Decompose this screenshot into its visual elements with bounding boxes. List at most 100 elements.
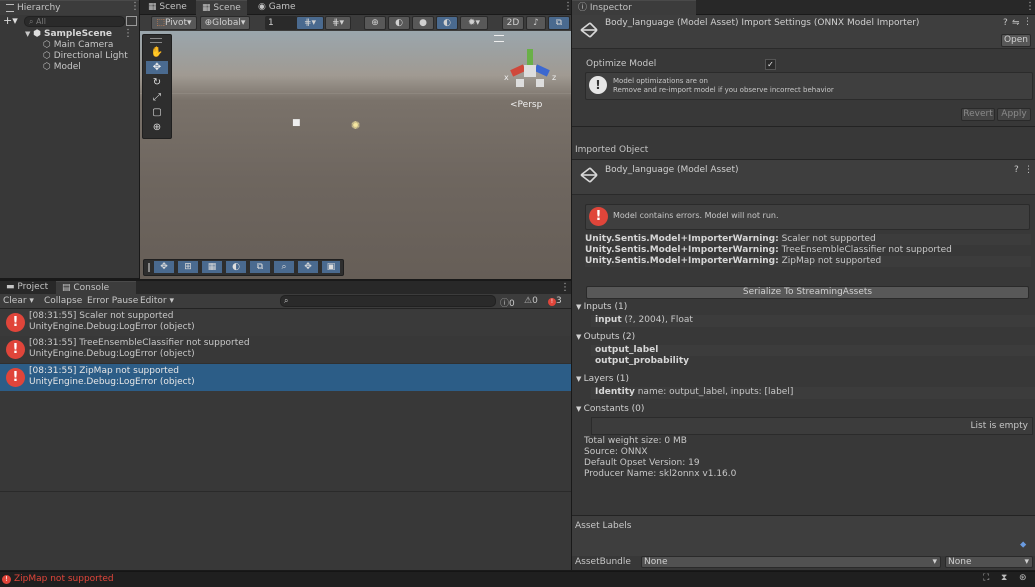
tab-hierarchy[interactable]: Hierarchy (0, 0, 139, 15)
kebab-menu-icon[interactable]: ⋮ (560, 283, 570, 293)
shaded-icon[interactable]: ● (412, 16, 434, 30)
variant-dropdown[interactable]: None ▾ (945, 556, 1033, 568)
console-entry[interactable]: ! [08:31:55] Scaler not supported UnityE… (0, 309, 571, 337)
rect-tool-icon[interactable]: ▢ (146, 106, 168, 119)
kebab-menu-icon[interactable]: ⋮ (1025, 2, 1035, 12)
tab-project[interactable]: ▬ Project (0, 281, 54, 294)
overlay-snap-icon[interactable]: ⊞ (178, 261, 198, 273)
outputs-foldout[interactable]: ▼ Outputs (2) (572, 330, 1035, 344)
serialize-button[interactable]: Serialize To StreamingAssets (586, 286, 1029, 299)
error-count-toggle[interactable]: ! 3 (548, 296, 562, 306)
hierarchy-search-input[interactable]: ⌕ All (24, 16, 125, 27)
gizmos-icon[interactable]: ⧉ (548, 16, 570, 30)
unity-scene-icon: ⬢ (33, 29, 42, 39)
help-icon[interactable]: ? (1014, 165, 1019, 175)
console-splitter[interactable] (0, 491, 571, 492)
grid-snap-icon[interactable]: ⋕▾ (296, 16, 324, 30)
increment-snap-icon[interactable]: ⋕▾ (325, 16, 351, 30)
background-tasks-icon[interactable]: ⛶ (983, 573, 989, 583)
overlay-move-icon[interactable]: ✥ (154, 261, 174, 273)
palette-handle[interactable] (150, 38, 162, 43)
hierarchy-item[interactable]: ⬡ Directional Light (0, 51, 139, 62)
hand-tool-icon[interactable]: ✋ (146, 46, 168, 59)
constants-foldout[interactable]: ▼ Constants (0) (572, 402, 1035, 416)
hierarchy-panel: +▾ ⌕ All ▼ ⬢ SampleScene ⋮ ⬡ Main Camera… (0, 15, 139, 278)
settings-kebab-icon[interactable]: ⋮ (1023, 17, 1032, 27)
foldout-arrow-icon: ▼ (576, 375, 584, 383)
asset-kebab-icon[interactable]: ⋮ (1024, 165, 1033, 175)
console-entry[interactable]: ! [08:31:55] TreeEnsembleClassifier not … (0, 336, 571, 364)
2d-toggle[interactable]: 2D (502, 16, 524, 30)
grid-size-field[interactable]: 1 (265, 16, 297, 30)
gizmo-y-axis (527, 49, 533, 65)
transform-tool-icon[interactable]: ⊕ (146, 121, 168, 134)
tab-game[interactable]: ◉ Game (252, 0, 302, 14)
overlay-pivot-icon[interactable]: ✥ (298, 261, 318, 273)
warning-count-toggle[interactable]: ⚠0 (524, 296, 538, 306)
onnx-model-icon (578, 164, 600, 186)
filter-icon[interactable] (126, 16, 137, 26)
scene-viewport[interactable]: ■ ✺ x z <Persp ✋ ✥ ↻ ⤢ ▢ ⊕ ✥ ⊞ ▦ ◐ ⧉ ⌕ ✥… (140, 31, 571, 279)
optimize-checkbox[interactable]: ✓ (765, 59, 776, 70)
scene-row[interactable]: ▼ ⬢ SampleScene ⋮ (0, 28, 139, 40)
add-button[interactable]: +▾ (3, 15, 21, 27)
hierarchy-item[interactable]: ⬡ Model (0, 62, 139, 73)
label-tag-icon[interactable]: ⬥ (1020, 540, 1026, 550)
error-box: ! Model contains errors. Model will not … (585, 204, 1030, 230)
render-mode-icon[interactable]: ⊕ (364, 16, 386, 30)
lit-icon[interactable]: ◐ (436, 16, 458, 30)
overlay-grid-icon[interactable]: ▦ (202, 261, 222, 273)
collapse-button[interactable]: Collapse (44, 296, 82, 306)
revert-button[interactable]: Revert (961, 108, 995, 121)
hierarchy-item[interactable]: ⬡ Main Camera (0, 40, 139, 51)
kebab-menu-icon[interactable]: ⋮ (130, 2, 140, 12)
overlay-layers-icon[interactable]: ⧉ (250, 261, 270, 273)
status-message[interactable]: ZipMap not supported (14, 574, 114, 584)
scene-menu-icon[interactable] (494, 35, 504, 42)
rotate-tool-icon[interactable]: ↻ (146, 76, 168, 89)
audio-icon[interactable]: ♪ (526, 16, 546, 30)
overlay-search-icon[interactable]: ⌕ (274, 261, 294, 273)
wireframe-icon[interactable]: ◐ (388, 16, 410, 30)
tab-inspector[interactable]: ⓘ Inspector (572, 0, 696, 15)
game-controller-icon: ◉ (258, 2, 269, 12)
scene-kebab-icon[interactable]: ⋮ (123, 29, 133, 39)
pivot-dropdown[interactable]: ⬚Pivot▾ (151, 16, 197, 30)
open-button[interactable]: Open (1001, 34, 1031, 47)
overlay-handle[interactable] (148, 263, 150, 272)
camera-gizmo-icon[interactable]: ■ (292, 118, 301, 128)
debug-icon[interactable]: ⊛ (1019, 573, 1027, 583)
preset-icon[interactable]: ⇋ (1012, 18, 1020, 28)
tab-console[interactable]: ▤ Console (56, 281, 136, 294)
light-gizmo-icon[interactable]: ✺ (351, 119, 360, 132)
console-entry-selected[interactable]: ! [08:31:55] ZipMap not supported UnityE… (0, 364, 571, 391)
persp-label[interactable]: <Persp (510, 100, 542, 110)
layers-foldout[interactable]: ▼ Layers (1) (572, 372, 1035, 386)
warning-icon: ⚠ (524, 296, 533, 306)
global-dropdown[interactable]: ⊕Global▾ (200, 16, 250, 30)
error-pause-button[interactable]: Error Pause (87, 296, 138, 306)
scene-tabbar: ▦ Scene ▦ Scene ◉ Game ⋮ (140, 0, 573, 15)
warning-row: Unity.Sentis.Model+ImporterWarning: Scal… (585, 234, 1031, 245)
apply-button[interactable]: Apply (997, 108, 1031, 121)
tab-scene-1[interactable]: ▦ Scene (142, 0, 193, 14)
move-tool-icon[interactable]: ✥ (146, 61, 168, 74)
overlay-camera-icon[interactable]: ▣ (322, 261, 340, 273)
clear-button[interactable]: Clear ▾ (3, 296, 34, 306)
editor-dropdown[interactable]: Editor ▾ (140, 296, 174, 306)
tool-palette: ✋ ✥ ↻ ⤢ ▢ ⊕ (142, 34, 172, 139)
info-count-toggle[interactable]: ⓘ0 (500, 296, 515, 309)
help-icon[interactable]: ? (1003, 18, 1008, 28)
hierarchy-icon (6, 3, 14, 12)
network-icon[interactable]: ⧗ (1001, 573, 1007, 583)
assetbundle-dropdown[interactable]: None ▾ (641, 556, 941, 568)
scale-tool-icon[interactable]: ⤢ (146, 91, 168, 104)
effects-icon[interactable]: ✹▾ (460, 16, 488, 30)
orientation-gizmo[interactable]: x z (504, 49, 556, 93)
tab-scene-2[interactable]: ▦ Scene (196, 0, 247, 15)
chevron-down-icon: ▾ (169, 296, 175, 306)
folder-icon: ▬ (6, 282, 18, 292)
inputs-foldout[interactable]: ▼ Inputs (1) (572, 300, 1035, 314)
overlay-shading-icon[interactable]: ◐ (226, 261, 246, 273)
console-search-input[interactable]: ⌕ (280, 295, 496, 307)
